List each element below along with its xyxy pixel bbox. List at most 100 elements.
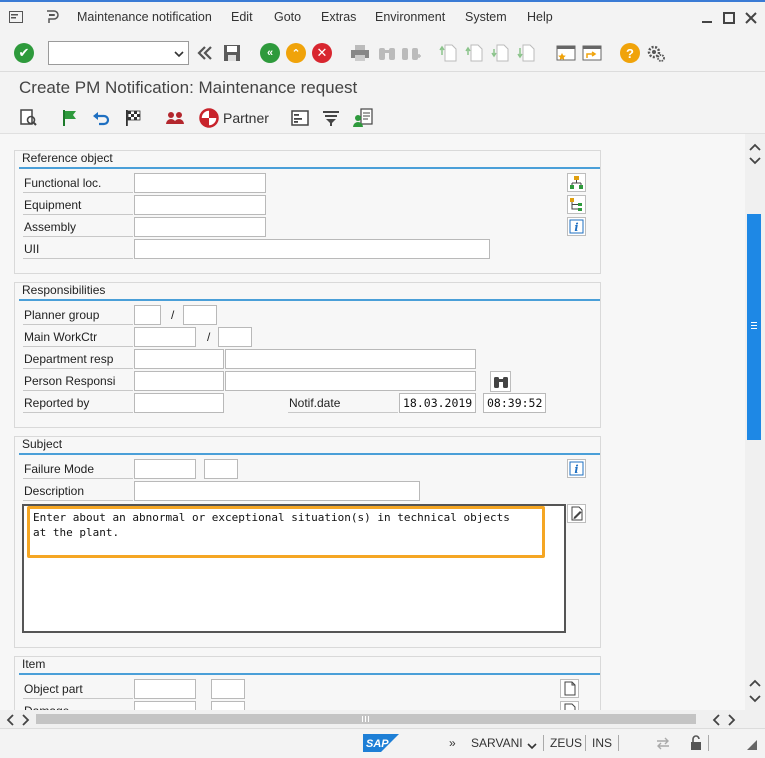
partner-button-label[interactable]: Partner <box>223 110 269 126</box>
settings-icon[interactable] <box>645 42 667 64</box>
cancel-icon[interactable]: ✕ <box>311 42 333 64</box>
first-page-icon[interactable] <box>437 42 459 64</box>
status-expand-icon[interactable]: » <box>449 736 456 750</box>
failure-mode-input[interactable] <box>134 459 196 479</box>
notif-time-input[interactable]: 08:39:52 <box>483 393 546 413</box>
hierarchy-icon[interactable] <box>567 195 586 214</box>
department-resp-input[interactable] <box>134 349 224 369</box>
maximize-icon[interactable] <box>722 11 736 25</box>
shortcut-icon[interactable] <box>581 42 603 64</box>
print-icon[interactable] <box>349 42 371 64</box>
planner-group-input[interactable] <box>134 305 161 325</box>
back-icon[interactable]: « <box>259 42 281 64</box>
object-part-input[interactable] <box>134 679 196 699</box>
group-title-responsibilities: Responsibilities <box>22 283 106 297</box>
last-page-icon[interactable] <box>515 42 537 64</box>
horizontal-scroll-thumb[interactable] <box>36 714 696 724</box>
equipment-input[interactable] <box>134 195 266 215</box>
scroll-right-icon[interactable] <box>22 714 30 729</box>
minimize-icon[interactable] <box>700 11 714 25</box>
enter-icon[interactable]: ✔ <box>13 42 35 64</box>
back-double-chevron-icon[interactable] <box>194 42 216 64</box>
long-text-editor[interactable]: Enter about an abnormal or exceptional s… <box>22 504 566 633</box>
status-server: ZEUS <box>550 736 583 750</box>
menu-system[interactable]: System <box>465 10 507 24</box>
assembly-input[interactable] <box>134 217 266 237</box>
vertical-scrollbar[interactable] <box>745 134 765 710</box>
planner-group-separator: / <box>171 308 175 322</box>
menu-edit[interactable]: Edit <box>231 10 253 24</box>
menu-goto[interactable]: Goto <box>274 10 301 24</box>
info-icon[interactable]: i <box>567 217 586 236</box>
display-document-icon[interactable] <box>17 107 39 129</box>
exit-icon[interactable]: ⌃ <box>285 42 307 64</box>
item-group: Item Object part Damage <box>14 656 601 710</box>
chevron-down-icon[interactable] <box>174 48 184 58</box>
new-document-icon[interactable] <box>560 679 579 698</box>
damage-code-input[interactable] <box>211 701 245 710</box>
menu-extras[interactable]: Extras <box>321 10 356 24</box>
edit-document-icon[interactable] <box>560 701 579 710</box>
create-session-icon[interactable] <box>555 42 577 64</box>
filter-list-icon[interactable] <box>320 107 342 129</box>
reported-by-input[interactable] <box>134 393 224 413</box>
title-bar: Create PM Notification: Maintenance requ… <box>0 72 765 102</box>
scroll-down-bottom-icon[interactable] <box>749 692 761 706</box>
menu-environment[interactable]: Environment <box>375 10 445 24</box>
partner-icon[interactable] <box>198 107 220 129</box>
planning-plant-input[interactable] <box>183 305 217 325</box>
object-part-code-input[interactable] <box>211 679 245 699</box>
help-icon[interactable]: ? <box>619 42 641 64</box>
status-user-dropdown-icon[interactable] <box>527 740 537 754</box>
assembly-label: Assembly <box>23 217 133 237</box>
resize-grip-icon[interactable] <box>744 737 758 754</box>
scroll-down-icon[interactable] <box>749 154 761 168</box>
menu-maintenance-notification[interactable]: Maintenance notification <box>77 10 212 24</box>
person-responsi-text-input[interactable] <box>225 371 476 391</box>
uii-input[interactable] <box>134 239 490 259</box>
failure-mode-code-input[interactable] <box>204 459 238 479</box>
subject-info-icon[interactable]: i <box>567 459 586 478</box>
main-workctr-input[interactable] <box>134 327 196 347</box>
scroll-up-bottom-icon[interactable] <box>749 676 761 690</box>
department-resp-text-input[interactable] <box>225 349 476 369</box>
responsibilities-group: Responsibilities Planner group / Main Wo… <box>14 282 601 428</box>
functional-loc-input[interactable] <box>134 173 266 193</box>
previous-page-icon[interactable] <box>463 42 485 64</box>
scroll-left-icon[interactable] <box>6 714 14 729</box>
find-icon[interactable] <box>376 42 398 64</box>
menu-help[interactable]: Help <box>527 10 553 24</box>
person-document-icon[interactable] <box>352 107 374 129</box>
structure-tree-icon[interactable] <box>567 173 586 192</box>
save-icon[interactable] <box>221 42 243 64</box>
layout-icon[interactable] <box>289 107 311 129</box>
reported-by-label: Reported by <box>23 393 133 413</box>
scroll-left-end-icon[interactable] <box>712 714 720 729</box>
checkered-flag-icon[interactable] <box>122 107 144 129</box>
connection-icon <box>655 735 671 754</box>
flag-icon[interactable] <box>58 107 80 129</box>
find-next-icon[interactable] <box>400 42 422 64</box>
status-divider <box>585 735 586 751</box>
notif-date-input[interactable]: 18.03.2019 <box>399 393 476 413</box>
undo-icon[interactable] <box>90 107 112 129</box>
find-person-icon[interactable] <box>490 371 511 392</box>
scroll-thumb[interactable] <box>747 214 761 440</box>
scroll-up-icon[interactable] <box>749 140 761 154</box>
close-icon[interactable] <box>744 11 758 25</box>
description-input[interactable] <box>134 481 420 501</box>
workctr-plant-input[interactable] <box>218 327 252 347</box>
horizontal-scrollbar[interactable] <box>0 710 745 728</box>
sap-logo-menu-icon[interactable] <box>45 10 59 24</box>
person-responsi-input[interactable] <box>134 371 224 391</box>
next-page-icon[interactable] <box>489 42 511 64</box>
edit-long-text-icon[interactable] <box>567 504 586 523</box>
lock-icon[interactable] <box>689 735 703 754</box>
status-divider <box>708 735 709 751</box>
command-field[interactable] <box>48 41 189 65</box>
scroll-right-end-icon[interactable] <box>728 714 736 729</box>
damage-input[interactable] <box>134 701 196 710</box>
people-icon[interactable] <box>164 107 186 129</box>
system-menu-icon[interactable] <box>9 11 23 23</box>
status-mode[interactable]: INS <box>592 736 612 750</box>
